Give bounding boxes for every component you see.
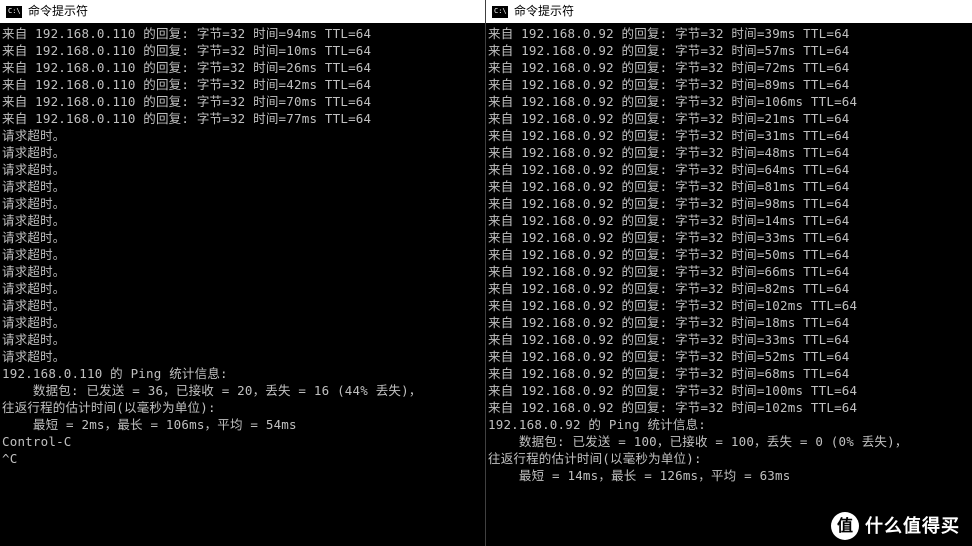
ping-timeout-line: 请求超时。 bbox=[2, 144, 484, 161]
terminal-output-right[interactable]: 来自 192.168.0.92 的回复: 字节=32 时间=39ms TTL=6… bbox=[486, 23, 972, 486]
cmd-icon: C:\ bbox=[6, 6, 22, 18]
window-title-right: 命令提示符 bbox=[514, 3, 574, 20]
ping-timeout-line: 请求超时。 bbox=[2, 280, 484, 297]
ping-reply-line: 来自 192.168.0.110 的回复: 字节=32 时间=10ms TTL=… bbox=[2, 42, 484, 59]
ping-reply-line: 来自 192.168.0.110 的回复: 字节=32 时间=70ms TTL=… bbox=[2, 93, 484, 110]
ping-reply-line: 来自 192.168.0.92 的回复: 字节=32 时间=98ms TTL=6… bbox=[488, 195, 970, 212]
ping-reply-line: 来自 192.168.0.110 的回复: 字节=32 时间=26ms TTL=… bbox=[2, 59, 484, 76]
ping-reply-line: 来自 192.168.0.92 的回复: 字节=32 时间=81ms TTL=6… bbox=[488, 178, 970, 195]
ping-reply-line: 来自 192.168.0.92 的回复: 字节=32 时间=102ms TTL=… bbox=[488, 297, 970, 314]
watermark-badge-icon: 值 bbox=[831, 512, 859, 540]
ping-reply-line: 来自 192.168.0.92 的回复: 字节=32 时间=89ms TTL=6… bbox=[488, 76, 970, 93]
ping-reply-line: 来自 192.168.0.92 的回复: 字节=32 时间=14ms TTL=6… bbox=[488, 212, 970, 229]
terminal-window-right: C:\ 命令提示符 来自 192.168.0.92 的回复: 字节=32 时间=… bbox=[486, 0, 972, 546]
terminal-window-left: C:\ 命令提示符 来自 192.168.0.110 的回复: 字节=32 时间… bbox=[0, 0, 486, 546]
ping-reply-line: 来自 192.168.0.92 的回复: 字节=32 时间=82ms TTL=6… bbox=[488, 280, 970, 297]
stats-packets: 数据包: 已发送 = 36，已接收 = 20，丢失 = 16 (44% 丢失)， bbox=[2, 382, 484, 399]
title-bar-left[interactable]: C:\ 命令提示符 bbox=[0, 0, 486, 23]
ping-reply-line: 来自 192.168.0.110 的回复: 字节=32 时间=42ms TTL=… bbox=[2, 76, 484, 93]
ping-timeout-line: 请求超时。 bbox=[2, 246, 484, 263]
stats-rtt: 最短 = 2ms，最长 = 106ms，平均 = 54ms bbox=[2, 416, 484, 433]
ping-reply-line: 来自 192.168.0.92 的回复: 字节=32 时间=100ms TTL=… bbox=[488, 382, 970, 399]
ping-timeout-line: 请求超时。 bbox=[2, 314, 484, 331]
ping-reply-line: 来自 192.168.0.92 的回复: 字节=32 时间=39ms TTL=6… bbox=[488, 25, 970, 42]
stats-rtt-header: 往返行程的估计时间(以毫秒为单位): bbox=[2, 399, 484, 416]
ping-timeout-line: 请求超时。 bbox=[2, 229, 484, 246]
ping-reply-line: 来自 192.168.0.92 的回复: 字节=32 时间=64ms TTL=6… bbox=[488, 161, 970, 178]
ping-reply-line: 来自 192.168.0.92 的回复: 字节=32 时间=33ms TTL=6… bbox=[488, 331, 970, 348]
watermark: 值 什么值得买 bbox=[831, 512, 960, 540]
ping-timeout-line: 请求超时。 bbox=[2, 127, 484, 144]
control-c-line: Control-C bbox=[2, 433, 484, 450]
ping-reply-line: 来自 192.168.0.110 的回复: 字节=32 时间=77ms TTL=… bbox=[2, 110, 484, 127]
ping-reply-line: 来自 192.168.0.92 的回复: 字节=32 时间=102ms TTL=… bbox=[488, 399, 970, 416]
ping-reply-line: 来自 192.168.0.92 的回复: 字节=32 时间=57ms TTL=6… bbox=[488, 42, 970, 59]
ping-timeout-line: 请求超时。 bbox=[2, 297, 484, 314]
ping-timeout-line: 请求超时。 bbox=[2, 263, 484, 280]
ping-reply-line: 来自 192.168.0.92 的回复: 字节=32 时间=68ms TTL=6… bbox=[488, 365, 970, 382]
stats-rtt-header: 往返行程的估计时间(以毫秒为单位): bbox=[488, 450, 970, 467]
ping-reply-line: 来自 192.168.0.92 的回复: 字节=32 时间=66ms TTL=6… bbox=[488, 263, 970, 280]
watermark-text: 什么值得买 bbox=[865, 518, 960, 535]
ping-reply-line: 来自 192.168.0.92 的回复: 字节=32 时间=50ms TTL=6… bbox=[488, 246, 970, 263]
stats-header: 192.168.0.110 的 Ping 统计信息: bbox=[2, 365, 484, 382]
ping-reply-line: 来自 192.168.0.92 的回复: 字节=32 时间=52ms TTL=6… bbox=[488, 348, 970, 365]
caret-c-line: ^C bbox=[2, 450, 484, 467]
window-title-left: 命令提示符 bbox=[28, 3, 88, 20]
ping-timeout-line: 请求超时。 bbox=[2, 348, 484, 365]
ping-timeout-line: 请求超时。 bbox=[2, 195, 484, 212]
stats-packets: 数据包: 已发送 = 100，已接收 = 100，丢失 = 0 (0% 丢失)， bbox=[488, 433, 970, 450]
title-bar-right[interactable]: C:\ 命令提示符 bbox=[486, 0, 972, 23]
cmd-icon: C:\ bbox=[492, 6, 508, 18]
ping-reply-line: 来自 192.168.0.92 的回复: 字节=32 时间=106ms TTL=… bbox=[488, 93, 970, 110]
stats-rtt: 最短 = 14ms，最长 = 126ms，平均 = 63ms bbox=[488, 467, 970, 484]
ping-reply-line: 来自 192.168.0.92 的回复: 字节=32 时间=18ms TTL=6… bbox=[488, 314, 970, 331]
ping-reply-line: 来自 192.168.0.92 的回复: 字节=32 时间=31ms TTL=6… bbox=[488, 127, 970, 144]
ping-reply-line: 来自 192.168.0.92 的回复: 字节=32 时间=33ms TTL=6… bbox=[488, 229, 970, 246]
ping-timeout-line: 请求超时。 bbox=[2, 161, 484, 178]
terminal-output-left[interactable]: 来自 192.168.0.110 的回复: 字节=32 时间=94ms TTL=… bbox=[0, 23, 486, 469]
ping-reply-line: 来自 192.168.0.110 的回复: 字节=32 时间=94ms TTL=… bbox=[2, 25, 484, 42]
ping-reply-line: 来自 192.168.0.92 的回复: 字节=32 时间=72ms TTL=6… bbox=[488, 59, 970, 76]
stats-header: 192.168.0.92 的 Ping 统计信息: bbox=[488, 416, 970, 433]
ping-timeout-line: 请求超时。 bbox=[2, 331, 484, 348]
ping-timeout-line: 请求超时。 bbox=[2, 212, 484, 229]
ping-reply-line: 来自 192.168.0.92 的回复: 字节=32 时间=21ms TTL=6… bbox=[488, 110, 970, 127]
ping-timeout-line: 请求超时。 bbox=[2, 178, 484, 195]
ping-reply-line: 来自 192.168.0.92 的回复: 字节=32 时间=48ms TTL=6… bbox=[488, 144, 970, 161]
